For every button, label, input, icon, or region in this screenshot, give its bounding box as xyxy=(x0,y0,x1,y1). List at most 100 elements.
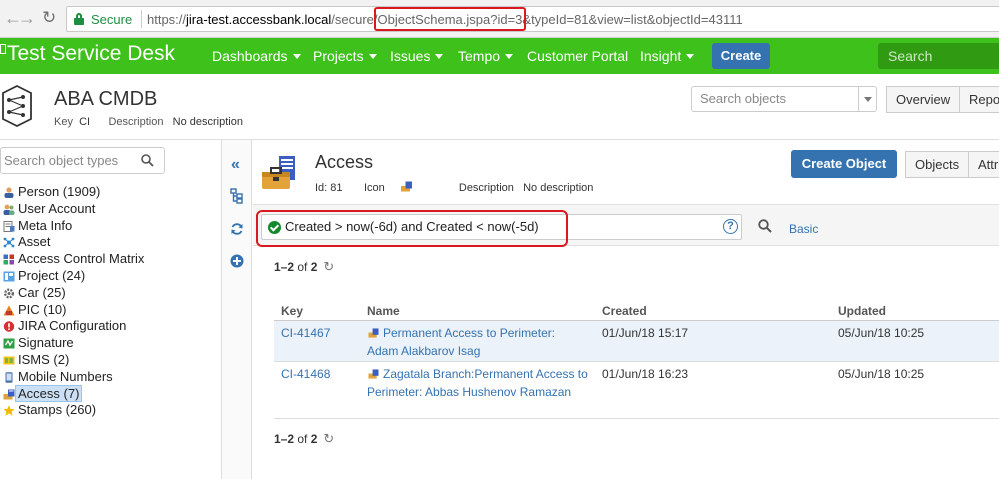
object-type-item[interactable]: User Account xyxy=(0,201,144,218)
collapse-icon[interactable]: « xyxy=(231,156,240,174)
logo[interactable]: Test Service Desk xyxy=(0,42,175,66)
search-icon[interactable] xyxy=(758,219,772,233)
access-small-icon xyxy=(368,368,379,379)
broken-image-icon xyxy=(0,44,6,54)
object-type-item[interactable]: Meta Info xyxy=(0,218,144,235)
address-bar[interactable]: Secure https://jira-test.accessbank.loca… xyxy=(66,6,999,32)
object-type-item[interactable]: Car (25) xyxy=(0,285,144,302)
object-type-label: ISMS (2) xyxy=(18,351,70,367)
object-type-list: Person (1909) User Account Meta Info Ass… xyxy=(0,184,144,419)
reports-button[interactable]: Repo xyxy=(960,86,999,113)
object-type-label: Signature xyxy=(18,335,74,351)
nav-issues[interactable]: Issues xyxy=(390,48,444,64)
sync-icon[interactable] xyxy=(230,222,244,236)
basic-search-link[interactable]: Basic xyxy=(789,222,818,236)
column-header-updated[interactable]: Updated xyxy=(831,302,999,321)
add-circle-icon[interactable] xyxy=(230,254,244,268)
objects-tab[interactable]: Objects xyxy=(905,151,970,178)
object-type-item[interactable]: ISMS (2) xyxy=(0,352,144,369)
pager-of: of xyxy=(297,260,308,274)
nav-tempo[interactable]: Tempo xyxy=(458,48,514,64)
nav-label: Issues xyxy=(390,48,431,64)
search-objects-placeholder: Search objects xyxy=(700,91,786,106)
pager-top: 1–2 of 2 ↻ xyxy=(274,259,334,275)
overview-button[interactable]: Overview xyxy=(886,86,961,113)
pager-total: 2 xyxy=(310,260,318,274)
pager-of: of xyxy=(297,432,308,446)
table-header-row: Key Name Created Updated xyxy=(274,302,999,321)
url-annotation-highlight xyxy=(374,7,526,31)
nav-dashboards[interactable]: Dashboards xyxy=(212,48,301,64)
attributes-tab[interactable]: Attr xyxy=(969,151,999,178)
table-row[interactable]: CI-41468 Zagatala Branch:Permanent Acces… xyxy=(274,361,999,419)
object-type-item[interactable]: JIRA Configuration xyxy=(0,318,144,335)
object-type-meta: Id: 81 Icon Description No description xyxy=(315,181,593,194)
secure-label: Secure xyxy=(91,12,133,27)
nav-label: Tempo xyxy=(458,48,501,64)
column-header-created[interactable]: Created xyxy=(595,302,831,321)
refresh-icon[interactable]: ↻ xyxy=(323,259,334,274)
schema-key-value: CI xyxy=(79,116,91,128)
search-objects-select[interactable]: Search objects xyxy=(691,86,877,112)
nav-label: Dashboards xyxy=(212,48,288,64)
object-type-description-label: Description xyxy=(458,182,514,194)
iql-bar: Created > now(-6d) and Created < now(-5d… xyxy=(253,204,999,247)
header-search-input[interactable]: Search xyxy=(878,43,999,69)
hierarchy-icon[interactable] xyxy=(230,188,244,204)
nav-customer-portal[interactable]: Customer Portal xyxy=(527,48,628,64)
object-name-link[interactable]: Zagatala Branch:Permanent Access to Peri… xyxy=(367,367,588,400)
object-type-item[interactable]: Signature xyxy=(0,335,144,352)
object-key-link[interactable]: CI-41468 xyxy=(281,367,330,381)
forward-arrow-icon[interactable]: → xyxy=(18,9,36,27)
search-object-types-input[interactable]: Search object types xyxy=(0,147,165,174)
reload-icon[interactable]: ↻ xyxy=(42,9,56,27)
person-icon xyxy=(4,187,14,198)
object-type-label: Car (25) xyxy=(18,284,66,300)
url-separator xyxy=(141,10,142,28)
create-object-button[interactable]: Create Object xyxy=(791,150,897,178)
alert-icon xyxy=(3,321,15,333)
object-type-label: Project (24) xyxy=(18,267,86,283)
object-key-link[interactable]: CI-41467 xyxy=(281,326,330,340)
schema-title: ABA CMDB xyxy=(54,88,158,110)
object-type-label: Person (1909) xyxy=(18,184,101,199)
access-small-icon xyxy=(401,181,413,192)
cell-updated: 05/Jun/18 10:25 xyxy=(831,320,999,362)
url-prefix: https:// xyxy=(147,12,187,27)
object-list-panel: Access Id: 81 Icon Description No descri… xyxy=(253,140,999,479)
object-type-item[interactable]: Person (1909) xyxy=(0,184,144,201)
object-type-item[interactable]: Project (24) xyxy=(0,268,144,285)
search-object-types-placeholder: Search object types xyxy=(4,153,119,168)
app-header: Test Service Desk Dashboards Projects Is… xyxy=(0,38,999,74)
column-header-key[interactable]: Key xyxy=(274,302,360,321)
object-type-item[interactable]: Stamps (260) xyxy=(0,402,144,419)
object-name-link[interactable]: Permanent Access to Perimeter: Adam Alak… xyxy=(367,326,555,359)
cell-key: CI-41468 xyxy=(274,361,360,419)
object-type-item-selected[interactable]: Access (7) xyxy=(0,384,144,403)
caret-down-icon xyxy=(435,54,444,59)
object-type-label: Asset xyxy=(18,234,51,250)
create-button[interactable]: Create xyxy=(712,43,770,69)
search-icon[interactable] xyxy=(141,154,154,167)
help-icon[interactable]: ? xyxy=(723,219,738,234)
project-icon xyxy=(3,271,15,282)
object-type-item[interactable]: Asset xyxy=(0,234,144,251)
object-type-item[interactable]: PIC (10) xyxy=(0,302,144,319)
nav-insight[interactable]: Insight xyxy=(640,48,695,64)
schema-header: ABA CMDB Key CI Description No descripti… xyxy=(0,74,999,140)
object-type-label: Access (7) xyxy=(15,384,83,402)
column-header-name[interactable]: Name xyxy=(360,302,595,321)
object-type-item[interactable]: Mobile Numbers xyxy=(0,369,144,386)
url-host: jira-test.accessbank.local xyxy=(186,12,332,27)
nav-projects[interactable]: Projects xyxy=(313,48,377,64)
object-type-item[interactable]: Access Control Matrix xyxy=(0,251,144,268)
results-table: Key Name Created Updated CI-41467 Perman… xyxy=(274,302,999,419)
schema-description-label: Description xyxy=(108,116,164,128)
schema-description-value: No description xyxy=(172,116,243,128)
cell-created: 01/Jun/18 16:23 xyxy=(595,361,831,419)
sidebar-tools: « xyxy=(222,140,252,479)
refresh-icon[interactable]: ↻ xyxy=(323,431,334,446)
dropdown-arrow-icon[interactable] xyxy=(858,87,876,111)
cell-created: 01/Jun/18 15:17 xyxy=(595,320,831,362)
table-row[interactable]: CI-41467 Permanent Access to Perimeter: … xyxy=(274,320,999,362)
